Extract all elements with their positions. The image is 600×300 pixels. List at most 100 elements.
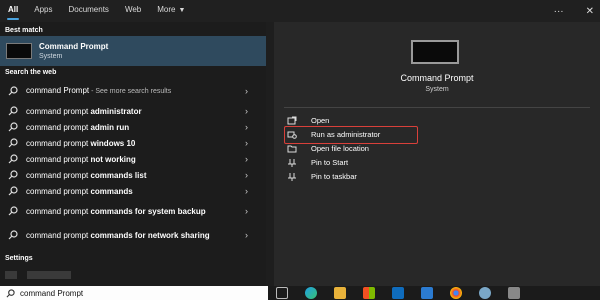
- detail-app-title: Command Prompt: [400, 73, 474, 83]
- search-icon: [6, 170, 20, 180]
- chevron-down-icon: ▼: [178, 7, 186, 14]
- app-icon[interactable]: [508, 287, 520, 299]
- more-options-button[interactable]: ···: [554, 6, 564, 17]
- tab-web[interactable]: Web: [117, 0, 149, 22]
- search-icon: [0, 288, 20, 298]
- search-icon: [6, 86, 20, 96]
- result-bold-text: commands: [90, 186, 133, 196]
- search-icon: [6, 138, 20, 148]
- folder-icon: [287, 144, 297, 153]
- tab-documents-label: Documents: [68, 5, 109, 14]
- outlook-icon[interactable]: [392, 287, 404, 299]
- photos-icon[interactable]: [421, 287, 433, 299]
- detail-pane: Command Prompt System Open Run as admini…: [274, 22, 600, 286]
- web-result[interactable]: command Prompt - See more search results…: [0, 79, 266, 103]
- detail-app-type: System: [425, 86, 449, 93]
- store-icon[interactable]: [363, 287, 375, 299]
- action-open-file-location[interactable]: Open file location: [287, 141, 380, 155]
- result-bold-text: administrator: [90, 106, 142, 116]
- action-pin-to-start[interactable]: Pin to Start: [287, 155, 380, 169]
- command-prompt-icon: [6, 43, 32, 59]
- search-web-heading: Search the web: [5, 69, 57, 76]
- tab-more-label: More: [157, 5, 176, 14]
- action-open-file-location-label: Open file location: [311, 143, 369, 153]
- action-pin-to-start-label: Pin to Start: [311, 157, 349, 167]
- chevron-right-icon: ›: [245, 186, 248, 196]
- result-bold-text: commands list: [90, 170, 147, 180]
- search-icon: [6, 206, 20, 216]
- web-result[interactable]: command prompt not working ›: [0, 151, 266, 167]
- pin-icon: [287, 158, 297, 167]
- chevron-right-icon: ›: [245, 106, 248, 116]
- web-result[interactable]: command prompt windows 10 ›: [0, 135, 266, 151]
- result-bold-text: admin run: [90, 122, 130, 132]
- search-query-text: command Prompt: [20, 288, 84, 298]
- web-result[interactable]: command prompt administrator ›: [0, 103, 266, 119]
- result-text: command prompt: [26, 170, 91, 180]
- results-pane: Best match Command Prompt System Search …: [0, 22, 266, 286]
- divider: [284, 107, 590, 108]
- result-bold-text: not working: [90, 154, 136, 164]
- task-view-icon[interactable]: [276, 287, 288, 299]
- shield-run-icon: [287, 130, 297, 139]
- tab-documents[interactable]: Documents: [60, 0, 116, 22]
- result-text: command prompt: [26, 186, 91, 196]
- taskbar: command Prompt: [0, 286, 600, 300]
- result-bold-text: commands for network sharing: [90, 230, 210, 240]
- close-button[interactable]: ✕: [586, 6, 594, 17]
- search-icon: [6, 154, 20, 164]
- chrome-icon[interactable]: [450, 287, 462, 299]
- web-result[interactable]: command prompt commands for network shar…: [0, 223, 266, 247]
- tab-more[interactable]: More ▼: [149, 0, 193, 22]
- tab-all[interactable]: All: [0, 0, 26, 22]
- web-result[interactable]: command prompt commands list ›: [0, 167, 266, 183]
- blurred-settings-text: [27, 270, 72, 279]
- settings-heading: Settings: [5, 255, 33, 262]
- web-result[interactable]: command prompt commands for system backu…: [0, 199, 266, 223]
- tab-apps-label: Apps: [34, 5, 53, 14]
- open-icon: [287, 116, 297, 125]
- tab-all-label: All: [8, 5, 19, 14]
- result-subtext: - See more search results: [89, 88, 172, 95]
- pin-icon: [287, 172, 297, 181]
- edge-icon[interactable]: [305, 287, 317, 299]
- result-text: command prompt: [26, 154, 91, 164]
- result-text: command prompt: [26, 230, 91, 240]
- taskbar-search-box[interactable]: command Prompt: [0, 286, 268, 300]
- result-bold-text: windows 10: [90, 138, 136, 148]
- chevron-right-icon: ›: [245, 86, 248, 96]
- result-text: command prompt: [26, 106, 91, 116]
- search-icon: [6, 122, 20, 132]
- action-run-as-administrator[interactable]: Run as administrator: [283, 126, 419, 144]
- action-pin-to-taskbar[interactable]: Pin to taskbar: [287, 169, 380, 183]
- action-run-as-administrator-label: Run as administrator: [311, 129, 381, 139]
- result-text: command prompt: [26, 206, 91, 216]
- blurred-settings-icon: [5, 270, 17, 279]
- best-match-subtitle: System: [39, 53, 63, 60]
- best-match-title: Command Prompt: [39, 42, 109, 51]
- action-open[interactable]: Open: [287, 113, 380, 127]
- file-explorer-icon[interactable]: [334, 287, 346, 299]
- best-match-item[interactable]: Command Prompt System: [0, 36, 266, 66]
- settings-icon[interactable]: [479, 287, 491, 299]
- tab-web-label: Web: [124, 5, 142, 14]
- web-results-list: command Prompt - See more search results…: [0, 79, 266, 247]
- chevron-right-icon: ›: [245, 154, 248, 164]
- tab-apps[interactable]: Apps: [26, 0, 60, 22]
- settings-result[interactable]: [5, 266, 145, 279]
- command-prompt-large-icon: [411, 40, 459, 64]
- web-result[interactable]: command prompt commands ›: [0, 183, 266, 199]
- search-icon: [6, 106, 20, 116]
- result-text: command prompt: [26, 138, 91, 148]
- action-pin-to-taskbar-label: Pin to taskbar: [311, 171, 357, 181]
- result-bold-text: commands for system backup: [90, 206, 206, 216]
- result-text: command Prompt: [26, 86, 90, 95]
- search-tabs-bar: All Apps Documents Web More ▼ ··· ✕: [0, 0, 600, 22]
- search-icon: [6, 186, 20, 196]
- chevron-right-icon: ›: [245, 170, 248, 180]
- search-icon: [6, 230, 20, 240]
- web-result[interactable]: command prompt admin run ›: [0, 119, 266, 135]
- chevron-right-icon: ›: [245, 206, 248, 216]
- chevron-right-icon: ›: [245, 138, 248, 148]
- actions-list: Open Run as administrator Open file loca…: [283, 113, 419, 183]
